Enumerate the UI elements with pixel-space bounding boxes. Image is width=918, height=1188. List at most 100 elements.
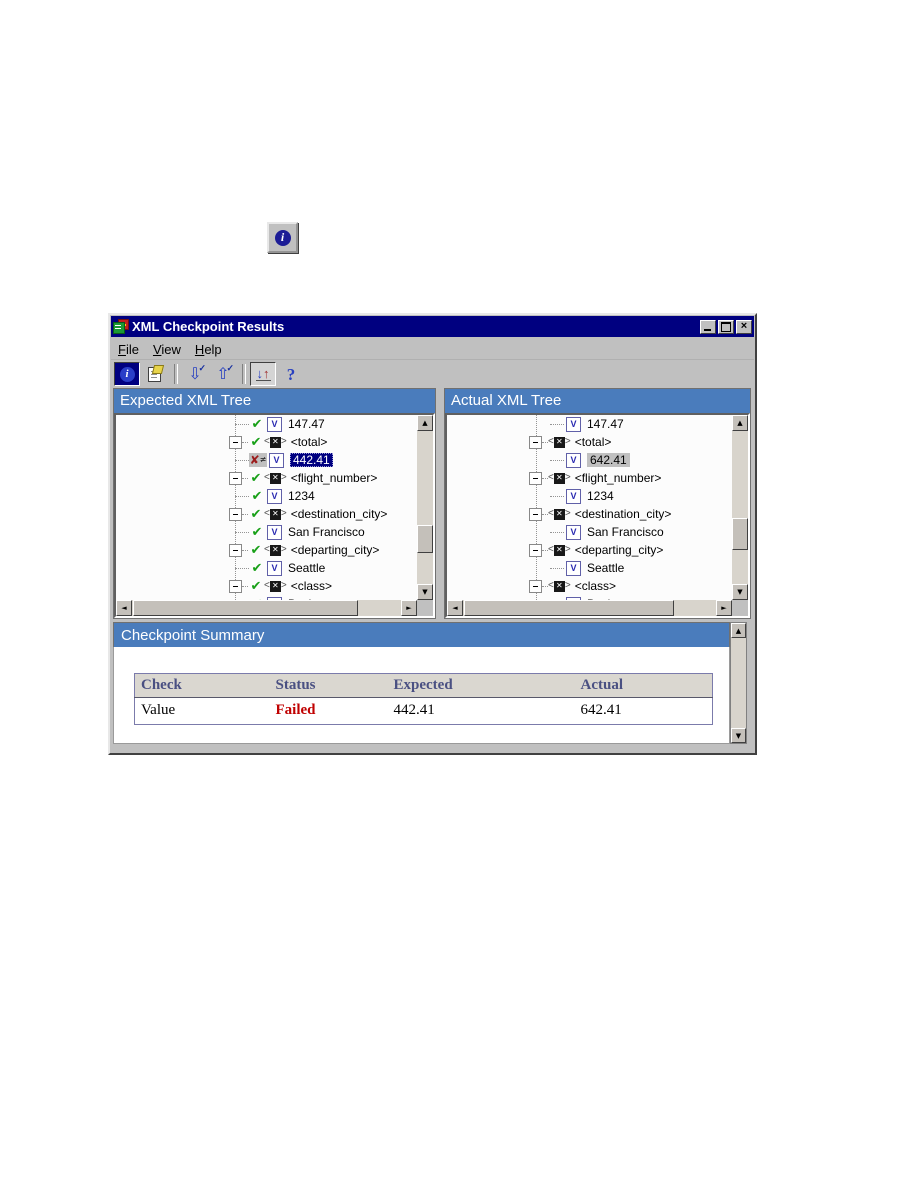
expected-tree-panel: Expected XML Tree ✔ V 147.47 ✔ < ✕ > <total> ✘ ≠ V… (113, 388, 436, 619)
scroll-left-button[interactable]: ◄ (447, 600, 463, 616)
tree-node-element[interactable]: ✔ < ✕ > <flight_number> (116, 469, 417, 487)
tree-node-element[interactable]: ✔ < ✕ > <destination_city> (116, 505, 417, 523)
element-icon: < ✕ > (264, 580, 287, 592)
tree-node-element[interactable]: ✔ < ✕ > <total> (116, 433, 417, 451)
pass-check-icon: ✔ (250, 470, 262, 486)
tree-node-label: <destination_city> (574, 507, 672, 521)
check-icon: ✓ (226, 363, 234, 373)
tree-node-value[interactable]: V 642.41 (447, 451, 732, 469)
fail-x-icon: ✘ ≠ (249, 453, 267, 467)
tree-node-label: <class> (290, 579, 333, 593)
element-icon: < ✕ > (264, 544, 287, 556)
tree-node-element[interactable]: < ✕ > <class> (447, 577, 732, 595)
scroll-left-button[interactable]: ◄ (116, 600, 132, 616)
info-button-standalone[interactable]: i (267, 222, 298, 253)
expected-horizontal-scrollbar[interactable]: ◄ ► (116, 600, 417, 616)
tree-node-element[interactable]: ✔ < ✕ > <class> (116, 577, 417, 595)
scrollbar-thumb[interactable] (732, 518, 748, 550)
xml-checkpoint-results-window: XML Checkpoint Results × File View Help i … (108, 313, 757, 755)
actual-tree-header: Actual XML Tree (445, 389, 750, 413)
expand-box-icon[interactable] (529, 471, 542, 485)
tree-node-value[interactable]: ✘ ≠ V 442.41 (116, 451, 417, 469)
tree-node-element[interactable]: < ✕ > <flight_number> (447, 469, 732, 487)
tree-node-value[interactable]: ✔ V 147.47 (116, 415, 417, 433)
expand-box-icon[interactable] (229, 579, 242, 593)
tree-node-label: <destination_city> (290, 507, 388, 521)
tree-node-element[interactable]: ✔ < ✕ > <departing_city> (116, 541, 417, 559)
expand-box-icon[interactable] (529, 543, 542, 557)
scroll-up-button[interactable]: ▲ (417, 415, 433, 431)
expand-box-icon[interactable] (229, 471, 242, 485)
summary-vertical-scrollbar[interactable]: ▲ ▼ (730, 622, 747, 744)
expand-box-icon[interactable] (529, 435, 542, 449)
expected-tree: ✔ V 147.47 ✔ < ✕ > <total> ✘ ≠ V 442.41 ✔ < ✕ > <flight_… (116, 415, 417, 600)
value-icon: V (269, 452, 284, 468)
tree-node-element[interactable]: < ✕ > <departing_city> (447, 541, 732, 559)
menu-help[interactable]: Help (188, 340, 229, 359)
actual-horizontal-scrollbar[interactable]: ◄ ► (447, 600, 732, 616)
menu-view[interactable]: View (146, 340, 188, 359)
tree-node-value[interactable]: V Seattle (447, 559, 732, 577)
sync-trees-button[interactable]: ↓ ↑ (250, 362, 276, 386)
tree-node-label: <departing_city> (574, 543, 664, 557)
app-icon (113, 318, 129, 335)
actual-tree-panel: Actual XML Tree V 147.47 < ✕ > <total> V 642.41… (444, 388, 751, 619)
expand-box-icon[interactable] (529, 579, 542, 593)
summary-cell-actual: 642.41 (574, 697, 713, 725)
tree-node-value[interactable]: V 1234 (447, 487, 732, 505)
tree-node-value[interactable]: V 147.47 (447, 415, 732, 433)
scrollbar-thumb[interactable] (417, 525, 433, 553)
next-check-button[interactable]: ⇩ ✓ (182, 362, 208, 386)
tree-node-label: Seattle (587, 561, 625, 575)
minimize-button[interactable] (700, 319, 716, 334)
element-icon: < ✕ > (264, 436, 287, 448)
help-button[interactable]: ? (278, 362, 304, 386)
scroll-right-button[interactable]: ► (401, 600, 417, 616)
tree-node-value[interactable]: ✔ V San Francisco (116, 523, 417, 541)
element-icon: < ✕ > (548, 580, 571, 592)
previous-check-button[interactable]: ⇧ ✓ (210, 362, 236, 386)
pass-check-icon: ✔ (250, 434, 262, 450)
scroll-up-button[interactable]: ▲ (732, 415, 748, 431)
menu-file[interactable]: File (111, 340, 146, 359)
summary-cell-expected: 442.41 (387, 697, 575, 725)
scrollbar-thumb[interactable] (464, 600, 674, 616)
scrollbar-thumb[interactable] (133, 600, 358, 616)
tree-node-value[interactable]: ✔ V Seattle (116, 559, 417, 577)
tree-node-label: 642.41 (587, 453, 630, 467)
tree-node-element[interactable]: < ✕ > <total> (447, 433, 732, 451)
expand-box-icon[interactable] (529, 507, 542, 521)
scroll-right-button[interactable]: ► (716, 600, 732, 616)
scroll-down-button[interactable]: ▼ (732, 584, 748, 600)
show-node-info-button[interactable]: i (114, 362, 140, 386)
expand-box-icon[interactable] (229, 543, 242, 557)
scroll-down-button[interactable]: ▼ (417, 584, 433, 600)
tree-node-value[interactable]: V San Francisco (447, 523, 732, 541)
expected-tree-body: ✔ V 147.47 ✔ < ✕ > <total> ✘ ≠ V 442.41 ✔ < ✕ > <flight_… (114, 413, 435, 618)
scroll-down-button[interactable]: ▼ (731, 728, 746, 743)
tree-node-element[interactable]: < ✕ > <destination_city> (447, 505, 732, 523)
node-properties-button[interactable] (142, 362, 168, 386)
toolbar-separator (174, 364, 178, 384)
app-icon-green-part (113, 321, 125, 334)
tree-node-label: <flight_number> (290, 471, 378, 485)
summary-column-expected: Expected (387, 673, 575, 698)
element-icon: < ✕ > (548, 436, 571, 448)
expected-vertical-scrollbar[interactable]: ▲ ▼ (417, 415, 433, 600)
check-icon: ✓ (198, 363, 206, 373)
close-button[interactable]: × (736, 319, 752, 334)
value-icon: V (566, 488, 581, 504)
actual-tree-body: V 147.47 < ✕ > <total> V 642.41 < ✕ > <flight_numbe… (445, 413, 750, 618)
tree-node-value[interactable]: ✔ V 1234 (116, 487, 417, 505)
expand-box-icon[interactable] (229, 507, 242, 521)
maximize-button[interactable] (718, 319, 734, 334)
actual-vertical-scrollbar[interactable]: ▲ ▼ (732, 415, 748, 600)
scroll-up-button[interactable]: ▲ (731, 623, 746, 638)
properties-icon (148, 365, 165, 382)
title-bar[interactable]: XML Checkpoint Results × (111, 316, 754, 337)
tree-node-label: 442.41 (290, 453, 333, 467)
scrollbar-corner (417, 600, 433, 616)
element-icon: < ✕ > (264, 472, 287, 484)
expand-box-icon[interactable] (229, 435, 242, 449)
summary-cell-status: Failed (269, 697, 388, 725)
